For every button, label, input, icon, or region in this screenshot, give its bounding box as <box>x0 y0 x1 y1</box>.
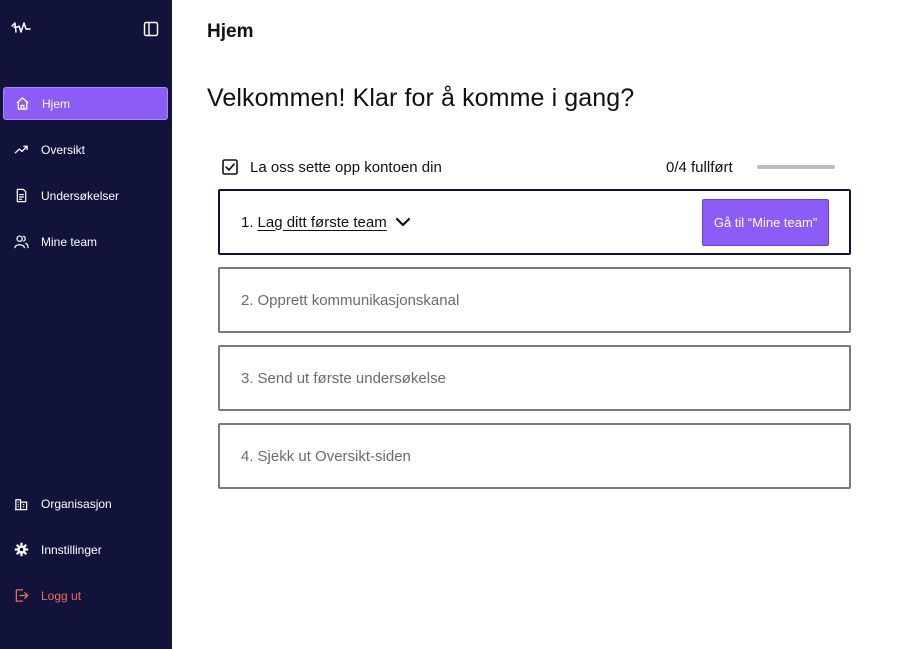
sidebar-item-organisasjon[interactable]: Organisasjon <box>3 487 168 520</box>
step-title: Sjekk ut Oversikt-siden <box>257 447 411 465</box>
step-title: Send ut første undersøkelse <box>257 369 446 387</box>
building-icon <box>13 496 29 512</box>
sidebar-item-label: Innstillinger <box>41 542 102 557</box>
sidebar-item-undersokelser[interactable]: Undersøkelser <box>3 179 168 212</box>
sidebar-item-label: Hjem <box>42 96 71 111</box>
sidebar-item-innstillinger[interactable]: Innstillinger <box>3 533 168 566</box>
welcome-heading: Velkommen! Klar for å komme i gang? <box>207 84 635 112</box>
sidebar: Hjem Oversikt Undersøkelser Mine team Or… <box>0 0 172 649</box>
step-title[interactable]: Lag ditt første team <box>258 214 387 231</box>
progress-bar <box>757 165 835 169</box>
home-icon <box>14 96 30 112</box>
progress-text: 0/4 fullført <box>666 159 733 176</box>
step-number: 1. <box>241 213 254 231</box>
checkbox-icon <box>222 159 238 175</box>
step-2[interactable]: 2. Opprett kommunikasjonskanal <box>218 267 851 333</box>
sidebar-item-label: Undersøkelser <box>41 188 120 203</box>
sidebar-item-mine-team[interactable]: Mine team <box>3 225 168 258</box>
sidebar-item-label: Organisasjon <box>41 496 112 511</box>
trend-icon <box>13 142 29 158</box>
sidebar-item-label: Logg ut <box>41 588 82 603</box>
pulse-logo-icon[interactable] <box>11 20 31 36</box>
step-number: 3. <box>241 369 254 387</box>
step-title: Opprett kommunikasjonskanal <box>257 291 460 309</box>
sidebar-item-logg-ut[interactable]: Logg ut <box>3 579 168 612</box>
users-icon <box>13 234 29 250</box>
step-3[interactable]: 3. Send ut første undersøkelse <box>218 345 851 411</box>
step-1[interactable]: 1. Lag ditt første team Gå til “Mine tea… <box>218 189 851 255</box>
sidebar-item-label: Mine team <box>41 234 98 249</box>
document-icon <box>13 188 29 204</box>
sidebar-item-label: Oversikt <box>41 142 86 157</box>
sidebar-item-hjem[interactable]: Hjem <box>3 87 168 120</box>
step-4[interactable]: 4. Sjekk ut Oversikt-siden <box>218 423 851 489</box>
setup-progress-row: La oss sette opp kontoen din 0/4 fullfør… <box>222 157 837 179</box>
setup-label: La oss sette opp kontoen din <box>250 159 442 176</box>
sidebar-toggle-icon[interactable] <box>143 21 159 37</box>
step-number: 2. <box>241 291 254 309</box>
sidebar-item-oversikt[interactable]: Oversikt <box>3 133 168 166</box>
go-to-mine-team-button[interactable]: Gå til “Mine team” <box>702 199 829 246</box>
chevron-down-icon[interactable] <box>395 216 411 228</box>
main-content: Hjem Velkommen! Klar for å komme i gang?… <box>172 0 911 649</box>
page-title: Hjem <box>207 21 254 42</box>
gear-icon <box>13 542 29 558</box>
logout-icon <box>13 588 29 604</box>
step-number: 4. <box>241 447 254 465</box>
